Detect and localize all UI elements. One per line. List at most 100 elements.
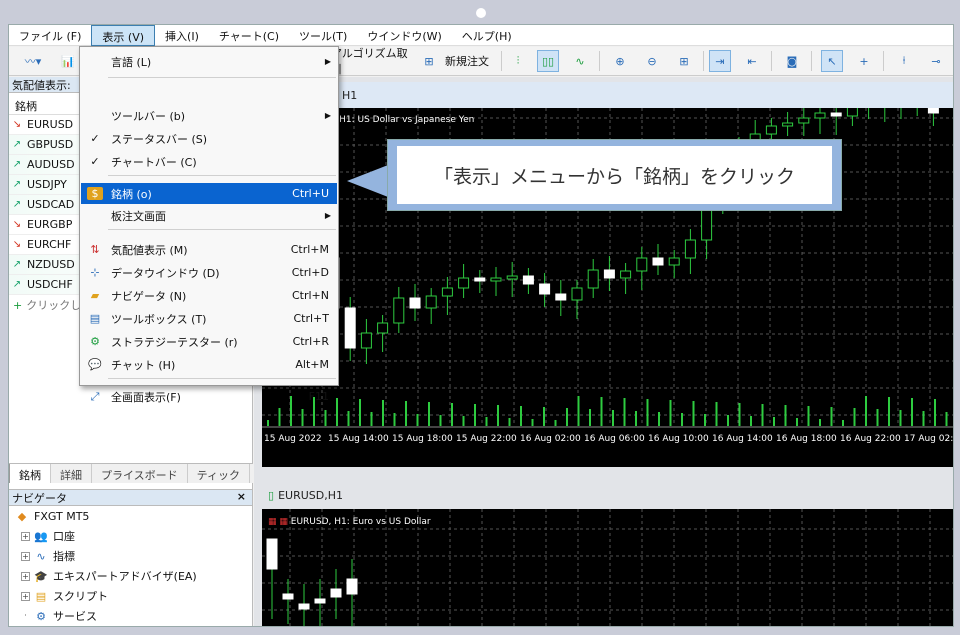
view-menu-label: ツールバー (b) [111,109,186,123]
navigator-title: ナビゲータ [12,492,67,505]
chart2-titlebar[interactable]: ▯ EURUSD,H1 [262,482,953,508]
line-chart-icon[interactable]: ∿ [569,50,591,72]
crosshair-tool-icon[interactable]: + [853,50,875,72]
view-menu-item[interactable]: ⤢ 全画面表示(F) F11 [81,386,337,407]
view-menu-label: チャット (H) [111,358,176,372]
bar-chart-icon[interactable]: ⫶ [507,50,529,72]
menu-insert[interactable]: 挿入(I) [155,25,209,46]
candle-body [539,283,551,295]
tab-details[interactable]: 詳細 [51,464,92,483]
view-menu-label: ステータスバー (S) [111,132,208,146]
chart2-label: ▦ ▦ EURUSD, H1: Euro vs US Dollar [268,517,431,527]
instruction-callout: 「表示」メニューから「銘柄」をクリック [387,139,842,211]
view-menu-label: 板注文画面 [111,209,166,223]
new-order-button[interactable]: 新規注文 [439,50,495,72]
shortcut-label: Ctrl+U [292,187,329,200]
new-order-icon[interactable]: ⊞ [418,50,440,72]
time-tick-label: 17 Aug 02:00 [904,434,954,444]
candle-body [571,287,583,301]
time-tick-label: 15 Aug 14:00 [328,434,389,444]
cursor-icon[interactable]: ↖ [821,50,843,72]
algo-trading-button[interactable]: アルゴリズム取引 [331,47,411,76]
view-menu-item[interactable]: ⊹ データウインドウ (D) Ctrl+D [81,262,337,283]
shortcut-label: Ctrl+D [291,266,329,279]
menu-window[interactable]: ウインドウ(W) [357,25,451,46]
chart1-titlebar[interactable]: H1 [262,82,953,108]
shortcut-label: F11 [308,390,329,403]
horizontal-line-icon[interactable]: ⊸ [925,50,947,72]
view-menu-item[interactable]: 💬 チャット (H) Alt+M [81,354,337,375]
screenshot-icon[interactable]: ◙ [781,50,803,72]
fxgt-logo-icon: ◆ [17,509,27,523]
view-menu-item[interactable]: 板注文画面 ▶ [81,205,337,226]
candle-body [441,287,453,297]
candle-body [636,257,648,272]
indicator-icon: ∿ [36,549,46,563]
shortcut-label: Ctrl+T [293,312,329,325]
time-tick-label: 16 Aug 18:00 [776,434,837,444]
chart-shift-icon[interactable]: ⇤ [741,50,763,72]
quotes-icon: ⇅ [90,243,100,256]
view-menu-label: データウインドウ (D) [111,266,220,280]
eurusd-chart-window[interactable]: ▦ ▦ EURUSD, H1: Euro vs US Dollar [262,509,953,626]
arrow-down-icon: ↘ [12,239,22,250]
navigator-item-experts[interactable]: + 🎓 エキスパートアドバイザ(EA) [9,566,252,586]
candle-body [846,108,858,117]
time-tick-label: 15 Aug 22:00 [456,434,517,444]
tab-price-board[interactable]: プライスボード [92,464,188,483]
services-icon: ⚙ [36,609,46,623]
menu-chart[interactable]: チャート(C) [209,25,289,46]
tab-symbols[interactable]: 銘柄 [9,464,51,483]
view-menu-item[interactable]: ▤ ツールボックス (T) Ctrl+T [81,308,337,329]
candle-body [587,269,599,289]
view-menu-item[interactable]: ⇅ 気配値表示 (M) Ctrl+M [81,239,337,260]
candle-body [377,322,389,334]
navigator-root[interactable]: ◆ FXGT MT5 [9,506,252,526]
vertical-line-icon[interactable]: ⍿ [893,50,915,72]
autoscroll-icon[interactable]: ⇥ [709,50,731,72]
menu-view[interactable]: 表示 (V) [91,25,156,46]
view-menu-label: ツールボックス (T) [111,312,207,326]
close-icon[interactable]: × [237,490,246,503]
view-menu-item[interactable]: ✓ ステータスバー (S) [81,128,337,149]
shortcut-label: Ctrl+N [291,289,329,302]
shortcut-label: Alt+M [295,358,329,371]
expert-icon: 🎓 [34,569,48,583]
symbol-name: NZDUSD [27,258,75,271]
check-icon: ✓ [90,132,100,145]
candle-body [314,598,326,604]
view-menu-item[interactable]: 言語 (L) ▶ [81,51,337,72]
candlestick-icon[interactable]: ▯▯ [537,50,559,72]
zoom-in-icon[interactable]: ⊕ [609,50,631,72]
chart-type-icon[interactable]: 〰▾ [17,50,49,72]
menu-help[interactable]: ヘルプ(H) [452,25,522,46]
symbol-name: AUDUSD [27,158,75,171]
grid-icon[interactable]: ⊞ [673,50,695,72]
tab-ticks[interactable]: ティック [188,464,251,483]
accounts-icon: 👥 [34,529,48,543]
view-menu-item[interactable]: ▰ ナビゲータ (N) Ctrl+N [81,285,337,306]
indicator-icon[interactable]: 📊 [57,50,79,72]
navigator-item-scripts[interactable]: + ▤ スクリプト [9,586,252,606]
view-menu-item[interactable]: ✓ チャートバー (C) [81,151,337,172]
navigator-item-accounts[interactable]: + 👥 口座 [9,526,252,546]
arrow-up-icon: ↗ [12,259,22,270]
fullscreen-icon: ⤢ [90,389,100,403]
toolbox-icon: ▤ [89,312,101,325]
view-menu-item[interactable]: $ 銘柄 (o) Ctrl+U [81,183,337,204]
navigator-item-services[interactable]: · ⚙ サービス [9,606,252,626]
arrow-down-icon: ↘ [12,219,22,230]
view-menu-item[interactable]: ツールバー (b) ▶ [81,105,337,126]
zoom-out-icon[interactable]: ⊖ [641,50,663,72]
candle-body [298,603,310,610]
view-menu-label: 言語 (L) [111,55,152,69]
menu-file[interactable]: ファイル (F) [9,25,91,46]
view-menu-label: チャートバー (C) [111,155,197,169]
navigator-item-indicators[interactable]: + ∿ 指標 [9,546,252,566]
view-menu-item[interactable]: ⚙ ストラテジーテスター (r) Ctrl+R [81,331,337,352]
callout-text: 「表示」メニューから「銘柄」をクリック [397,146,832,204]
candle-body [652,257,664,266]
check-icon: ✓ [90,155,100,168]
menu-tools[interactable]: ツール(T) [289,25,357,46]
symbol-name: USDCAD [27,198,75,211]
